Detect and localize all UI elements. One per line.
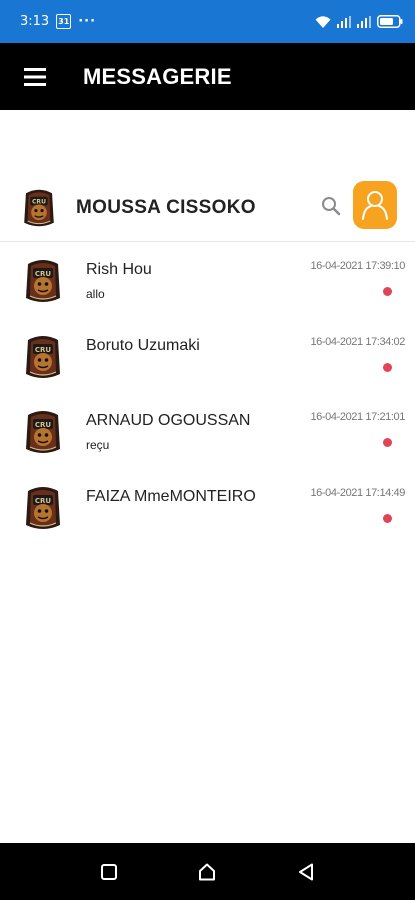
person-outline-icon — [362, 191, 388, 220]
unread-indicator — [383, 287, 392, 296]
conversation-time: 16-04-2021 17:14:49 — [310, 486, 405, 499]
menu-button[interactable] — [0, 43, 70, 110]
conversation-item[interactable]: Boruto Uzumaki 16-04-2021 17:34:02 — [0, 326, 415, 402]
conversation-time: 16-04-2021 17:21:01 — [310, 411, 405, 423]
wifi-icon — [315, 15, 331, 28]
search-icon — [322, 197, 341, 216]
calendar-icon: 31 — [56, 14, 72, 29]
hamburger-icon — [24, 67, 46, 86]
contacts-button[interactable] — [353, 181, 397, 229]
conversation-item[interactable]: FAIZA MmeMONTEIRO 16-04-2021 17:14:49 — [0, 477, 415, 553]
recents-square-icon — [101, 863, 118, 880]
avatar — [22, 188, 56, 228]
conversation-item[interactable]: Rish Hou allo 16-04-2021 17:39:10 — [0, 250, 415, 326]
avatar — [24, 485, 62, 531]
avatar — [24, 334, 62, 380]
profile-name: MOUSSA CISSOKO — [76, 197, 256, 218]
recents-button[interactable] — [89, 852, 129, 892]
status-bar: 3:13 31 ··· — [0, 0, 415, 43]
conversation-name: ARNAUD OGOUSSAN — [86, 412, 251, 429]
page-title: MESSAGERIE — [83, 63, 232, 89]
conversation-preview: reçu — [86, 438, 110, 452]
back-triangle-icon — [298, 863, 313, 880]
unread-indicator — [383, 438, 392, 447]
profile-header: MOUSSA CISSOKO — [0, 177, 415, 239]
system-nav-bar — [0, 843, 415, 900]
conversation-item[interactable]: ARNAUD OGOUSSAN reçu 16-04-2021 17:21:01 — [0, 401, 415, 477]
conversation-name: FAIZA MmeMONTEIRO — [86, 487, 256, 505]
conversation-list: Rish Hou allo 16-04-2021 17:39:10 Boruto… — [0, 250, 415, 552]
app-bar: MESSAGERIE — [0, 43, 415, 110]
avatar-icon — [22, 188, 56, 228]
conversation-name: Rish Hou — [86, 261, 152, 278]
conversation-time: 16-04-2021 17:34:02 — [310, 335, 405, 348]
home-button[interactable] — [187, 852, 227, 892]
status-time: 3:13 — [20, 14, 50, 29]
unread-indicator — [383, 513, 392, 523]
conversation-preview: allo — [86, 287, 105, 301]
signal-icon — [357, 15, 371, 28]
home-icon — [199, 863, 216, 880]
avatar — [24, 258, 62, 304]
conversation-name: Boruto Uzumaki — [86, 336, 200, 354]
search-button[interactable] — [320, 195, 342, 217]
back-button[interactable] — [286, 852, 326, 892]
avatar — [24, 409, 62, 455]
signal-icon — [337, 15, 351, 28]
battery-icon — [377, 15, 403, 28]
more-notifications-icon: ··· — [78, 14, 97, 29]
unread-indicator — [383, 362, 392, 372]
conversation-time: 16-04-2021 17:39:10 — [310, 260, 405, 272]
header-divider — [0, 241, 415, 242]
